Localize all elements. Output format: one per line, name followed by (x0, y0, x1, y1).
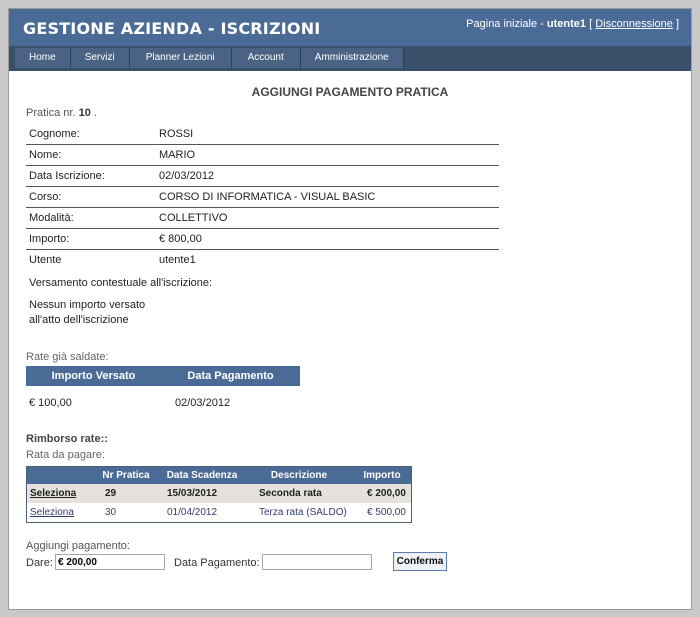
amount: € 500,00 (367, 507, 406, 518)
detail-row-cognome: Cognome: ROSSI (26, 124, 499, 145)
detail-row-modalita: Modalità: COLLETTIVO (26, 208, 499, 229)
main-menu: Home Servizi Planner Lezioni Account Amm… (15, 48, 404, 68)
column-header: Data Pagamento (161, 366, 300, 386)
table-row: Seleziona 30 01/04/2012 Terza rata (SALD… (27, 503, 412, 523)
menu-item-servizi[interactable]: Servizi (70, 48, 130, 68)
versamento-label: Versamento contestuale all'iscrizione: (29, 277, 213, 289)
username: utente1 (546, 18, 587, 30)
table-row-selected: Seleziona 29 15/03/2012 Seconda rata € 2… (26, 484, 412, 503)
due-date: 01/04/2012 (167, 507, 218, 518)
column-header: Data Scadenza (159, 466, 245, 484)
detail-row-nome: Nome: MARIO (26, 145, 499, 166)
column-header: Nr Pratica (93, 466, 159, 484)
menu-item-home[interactable]: Home (15, 48, 71, 68)
paid-installments-label: Rate già saldate: (26, 351, 109, 363)
description: Seconda rata (245, 484, 353, 503)
page-title: AGGIUNGI PAGAMENTO PRATICA (251, 85, 449, 99)
dare-label: Dare: (26, 557, 53, 569)
menu-item-account[interactable]: Account (231, 48, 301, 68)
table-header-row: Nr Pratica Data Scadenza Descrizione Imp… (26, 466, 412, 484)
detail-row-corso: Corso: CORSO DI INFORMATICA - VISUAL BAS… (26, 187, 499, 208)
due-installments-table: Nr Pratica Data Scadenza Descrizione Imp… (26, 466, 412, 523)
practice-nr: 29 (93, 484, 159, 503)
due-date: 15/03/2012 (159, 484, 245, 503)
amount: € 200,00 (353, 484, 412, 503)
select-link[interactable]: Seleziona (30, 488, 76, 499)
confirm-button[interactable]: Conferma (393, 552, 447, 571)
payment-date-input[interactable] (262, 554, 372, 570)
paid-installments-table: Importo Versato Data Pagamento € 100,00 … (26, 366, 300, 414)
versamento-value: Nessun importo versato all'atto dell'isc… (29, 299, 146, 326)
select-link[interactable]: Seleziona (30, 507, 74, 518)
dare-input[interactable] (55, 554, 165, 570)
menubar: Home Servizi Planner Lezioni Account Amm… (9, 46, 691, 71)
practice-number: Pratica nr. 10 . (26, 107, 97, 119)
detail-row-data-iscrizione: Data Iscrizione: 02/03/2012 (26, 166, 499, 187)
page: Gestione Azienda - Iscrizioni Pagina ini… (8, 8, 692, 610)
detail-row-utente: Utente utente1 (29, 254, 196, 266)
table-header-row: Importo Versato Data Pagamento (26, 366, 300, 386)
description: Terza rata (SALDO) (259, 507, 347, 518)
home-link-label[interactable]: Pagina iniziale (466, 18, 537, 30)
column-header (26, 466, 93, 484)
menu-item-planner-lezioni[interactable]: Planner Lezioni (129, 48, 232, 68)
add-payment-form: Dare: Data Pagamento: Conferma (26, 552, 486, 574)
column-header: Importo (353, 466, 412, 484)
menu-item-amministrazione[interactable]: Amministrazione (300, 48, 404, 68)
practice-nr: 30 (105, 507, 117, 518)
column-header: Importo Versato (26, 366, 162, 386)
due-installment-label: Rata da pagare: (26, 449, 105, 461)
app-title: Gestione Azienda - Iscrizioni (23, 19, 321, 38)
add-payment-label: Aggiungi pagamento: (26, 540, 130, 552)
paid-date: 02/03/2012 (175, 397, 231, 409)
rimborso-label: Rimborso rate:: (26, 433, 108, 445)
detail-row-importo: Importo: € 800,00 (26, 229, 499, 250)
header: Gestione Azienda - Iscrizioni Pagina ini… (9, 9, 691, 46)
column-header: Descrizione (245, 466, 353, 484)
payment-date-label: Data Pagamento: (174, 557, 260, 569)
practice-details: Cognome: ROSSI Nome: MARIO Data Iscrizio… (26, 124, 499, 270)
login-status: Pagina iniziale - utente1 [ Disconnessio… (466, 18, 679, 30)
practice-number-value: 10 (78, 107, 91, 119)
table-row: € 100,00 02/03/2012 (26, 386, 300, 414)
paid-amount: € 100,00 (29, 397, 72, 409)
logout-link[interactable]: Disconnessione (595, 18, 673, 30)
